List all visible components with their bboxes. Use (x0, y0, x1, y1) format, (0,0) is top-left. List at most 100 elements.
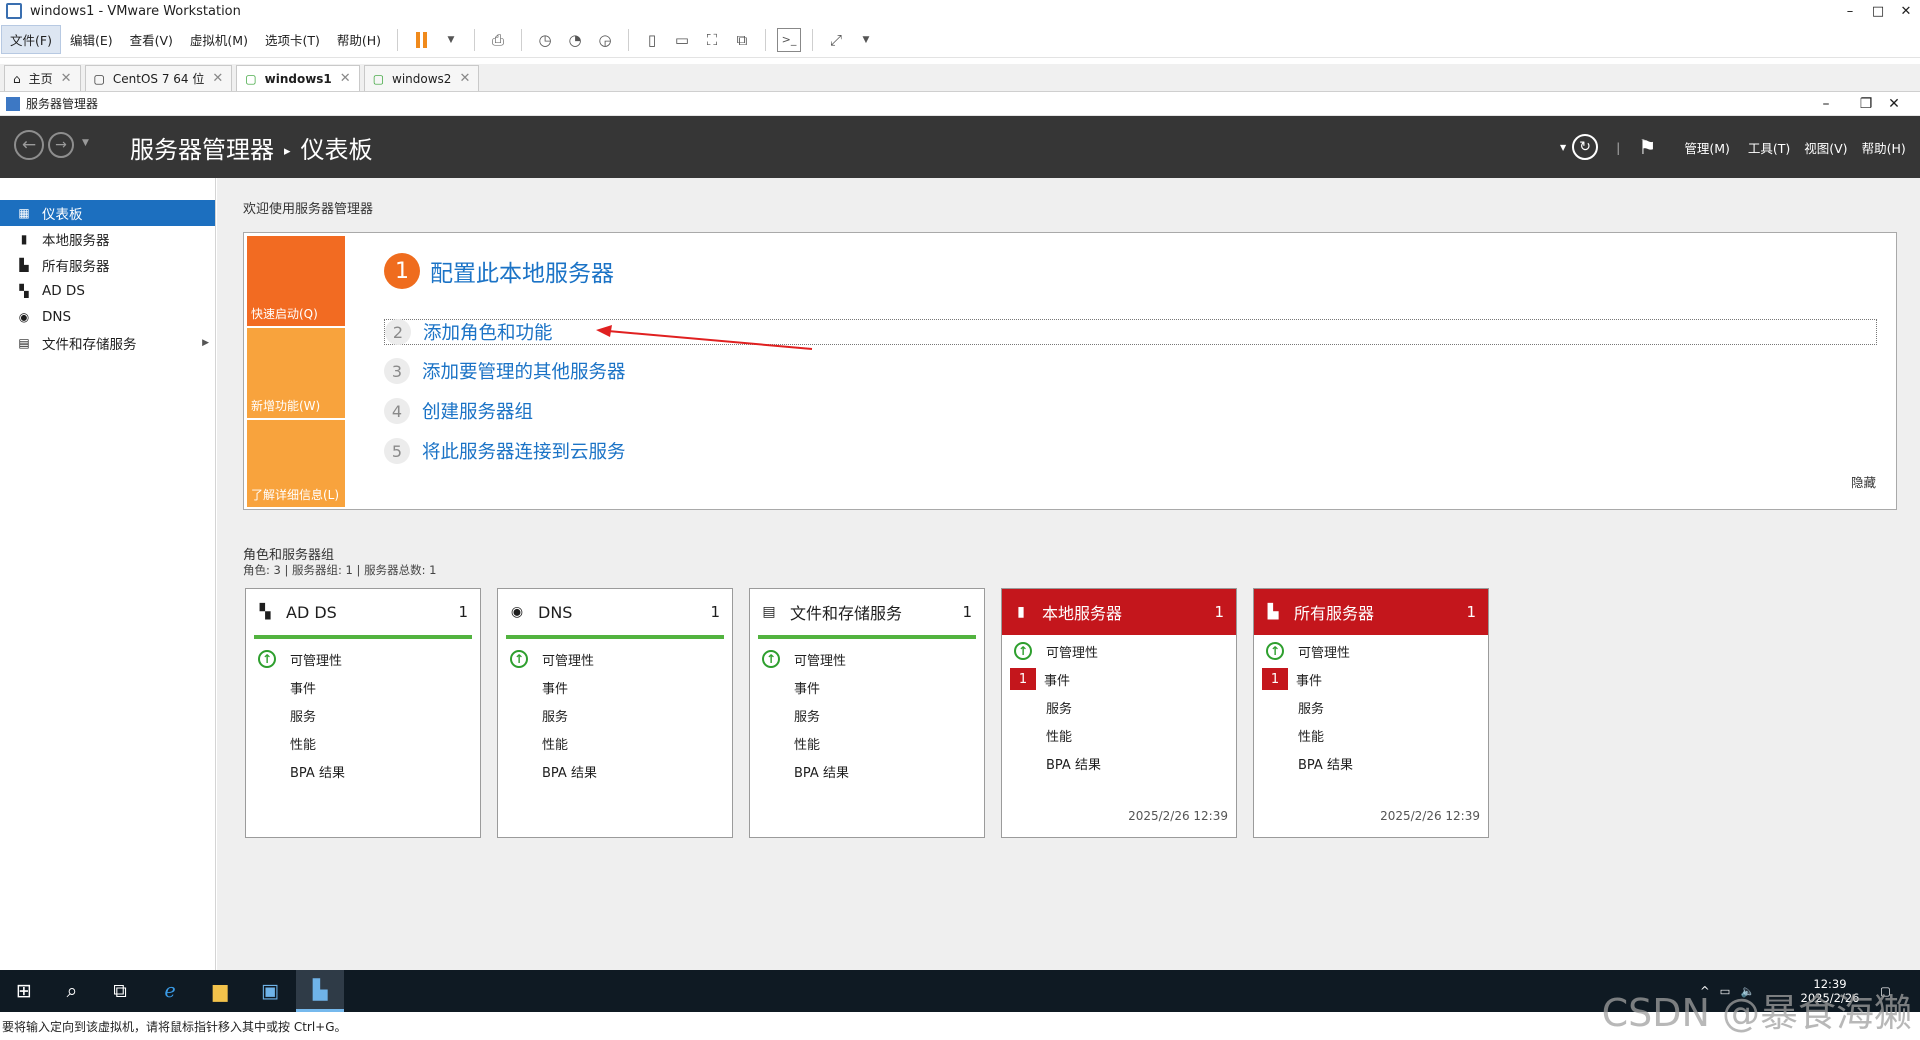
sm-close-button[interactable]: ✕ (1880, 92, 1908, 116)
menu-manage[interactable]: 管理(M) (1684, 138, 1730, 157)
step-configure-local-server[interactable]: 1 配置此本地服务器 (384, 253, 614, 289)
tab-close-icon[interactable]: ✕ (212, 71, 223, 86)
tab-close-icon[interactable]: ✕ (459, 71, 470, 86)
refresh-icon[interactable]: ↻ (1572, 134, 1599, 160)
card-row-services[interactable]: 服务 (1254, 693, 1488, 721)
stretch-guest-icon[interactable]: ⤢ (824, 28, 848, 52)
breadcrumb-root[interactable]: 服务器管理器 (130, 136, 274, 164)
close-button[interactable]: ✕ (1892, 0, 1920, 22)
snapshot-icon[interactable]: ◷ (533, 28, 557, 52)
revert-snapshot-icon[interactable]: ◔ (563, 28, 587, 52)
card-row-performance[interactable]: 性能 (1002, 721, 1236, 749)
history-dropdown-icon[interactable]: ▼ (82, 138, 89, 148)
card-row-manageability[interactable]: ↑ 可管理性 (498, 645, 732, 673)
card-row-manageability[interactable]: ↑ 可管理性 (246, 645, 480, 673)
card-row-services[interactable]: 服务 (246, 701, 480, 729)
pause-vm-button[interactable] (409, 28, 433, 52)
menu-tabs[interactable]: 选项卡(T) (257, 26, 328, 53)
menu-view[interactable]: 视图(V) (1804, 138, 1847, 157)
card-row-bpa[interactable]: BPA 结果 (750, 757, 984, 785)
start-icon[interactable]: ⊞ (0, 970, 48, 1012)
hide-link[interactable]: 隐藏 (1851, 472, 1876, 491)
card-row-bpa[interactable]: BPA 结果 (1002, 749, 1236, 777)
card-row-events[interactable]: 1 事件 (1254, 665, 1488, 693)
sm-restore-button[interactable]: ❐ (1852, 92, 1880, 116)
stretch-dropdown-icon[interactable]: ▼ (854, 28, 878, 52)
card-row-events[interactable]: 事件 (498, 673, 732, 701)
card-header[interactable]: ▚ AD DS 1 (246, 589, 480, 635)
refresh-dropdown-icon[interactable]: ▼ (1560, 143, 1566, 152)
internet-explorer-icon[interactable]: ℯ (146, 970, 194, 1012)
sidebar-item-adds[interactable]: ▚ AD DS (0, 278, 215, 304)
status-bar-green (506, 635, 724, 639)
menu-help[interactable]: 帮助(H) (1862, 138, 1906, 157)
maximize-button[interactable]: □ (1864, 0, 1892, 22)
card-row-manageability[interactable]: ↑ 可管理性 (1254, 637, 1488, 665)
card-row-manageability[interactable]: ↑ 可管理性 (1002, 637, 1236, 665)
card-row-events[interactable]: 1 事件 (1002, 665, 1236, 693)
menu-help[interactable]: 帮助(H) (329, 26, 389, 53)
forward-arrow-icon[interactable]: → (48, 132, 74, 158)
card-row-events[interactable]: 事件 (246, 673, 480, 701)
card-row-manageability[interactable]: ↑ 可管理性 (750, 645, 984, 673)
card-row-events[interactable]: 事件 (750, 673, 984, 701)
card-row-bpa[interactable]: BPA 结果 (498, 757, 732, 785)
card-row-performance[interactable]: 性能 (498, 729, 732, 757)
sm-minimize-button[interactable]: – (1812, 92, 1840, 116)
tab-centos[interactable]: ▢ CentOS 7 64 位 ✕ (84, 65, 233, 91)
menu-file[interactable]: 文件(F) (1, 25, 61, 54)
notifications-flag-icon[interactable]: ⚑ (1638, 135, 1656, 159)
menu-tools[interactable]: 工具(T) (1748, 138, 1790, 157)
card-row-services[interactable]: 服务 (498, 701, 732, 729)
card-row-performance[interactable]: 性能 (246, 729, 480, 757)
card-header[interactable]: ◉ DNS 1 (498, 589, 732, 635)
tile-learn-more[interactable]: 了解详细信息(L) (247, 420, 345, 507)
sidebar-item-dns[interactable]: ◉ DNS (0, 304, 215, 330)
tile-whats-new[interactable]: 新增功能(W) (247, 328, 345, 418)
server-manager-running-icon[interactable]: ▙ (296, 970, 344, 1012)
search-icon[interactable]: ⌕ (48, 970, 96, 1012)
unity-icon[interactable]: ⧉ (730, 28, 754, 52)
menu-vm[interactable]: 虚拟机(M) (182, 26, 256, 53)
row-label: 可管理性 (290, 653, 343, 669)
step-add-other-servers[interactable]: 3 添加要管理的其他服务器 (384, 358, 626, 384)
snapshot-manager-icon[interactable]: ◶ (593, 28, 617, 52)
tab-home[interactable]: ⌂ 主页 ✕ (4, 65, 81, 91)
server-manager-taskbar-icon[interactable]: ▣ (246, 970, 294, 1012)
card-row-services[interactable]: 服务 (750, 701, 984, 729)
pause-dropdown-icon[interactable]: ▼ (439, 28, 463, 52)
tab-windows2[interactable]: ▢ windows2 ✕ (363, 65, 480, 91)
chevron-right-icon[interactable]: ▶ (202, 338, 209, 348)
back-arrow-icon[interactable]: ← (14, 130, 44, 160)
tab-close-icon[interactable]: ✕ (340, 71, 351, 86)
card-count: 1 (1214, 603, 1224, 621)
file-explorer-icon[interactable]: ▆ (196, 970, 244, 1012)
sidebar-item-local-server[interactable]: ▮ 本地服务器 (0, 226, 215, 252)
sidebar-item-file-storage[interactable]: ▤ 文件和存储服务 ▶ (0, 330, 215, 356)
card-header[interactable]: ▮ 本地服务器 1 (1002, 589, 1236, 635)
tile-quick-start[interactable]: 快速启动(Q) (247, 236, 345, 326)
tab-windows1[interactable]: ▢ windows1 ✕ (236, 65, 360, 91)
card-row-performance[interactable]: 性能 (1254, 721, 1488, 749)
card-row-services[interactable]: 服务 (1002, 693, 1236, 721)
vm-running-icon: ▢ (245, 71, 257, 86)
card-header[interactable]: ▤ 文件和存储服务 1 (750, 589, 984, 635)
thumbnail-view-icon[interactable]: ▭ (670, 28, 694, 52)
tab-close-icon[interactable]: ✕ (61, 71, 72, 86)
step-connect-cloud[interactable]: 5 将此服务器连接到云服务 (384, 438, 626, 464)
menu-edit[interactable]: 编辑(E) (62, 26, 121, 53)
step-create-server-group[interactable]: 4 创建服务器组 (384, 398, 533, 424)
sidebar-item-all-servers[interactable]: ▙ 所有服务器 (0, 252, 215, 278)
menu-view[interactable]: 查看(V) (122, 26, 181, 53)
send-ctrl-alt-del-icon[interactable]: ⎙ (486, 28, 510, 52)
card-header[interactable]: ▙ 所有服务器 1 (1254, 589, 1488, 635)
console-view-icon[interactable]: >_ (777, 27, 802, 52)
fullscreen-icon[interactable]: ⛶ (700, 28, 724, 52)
sidebar-item-dashboard[interactable]: ▦ 仪表板 (0, 200, 215, 226)
card-row-bpa[interactable]: BPA 结果 (246, 757, 480, 785)
library-view-icon[interactable]: ▯ (640, 28, 664, 52)
card-row-performance[interactable]: 性能 (750, 729, 984, 757)
minimize-button[interactable]: – (1836, 0, 1864, 22)
task-view-icon[interactable]: ⧉ (96, 970, 144, 1012)
card-row-bpa[interactable]: BPA 结果 (1254, 749, 1488, 777)
